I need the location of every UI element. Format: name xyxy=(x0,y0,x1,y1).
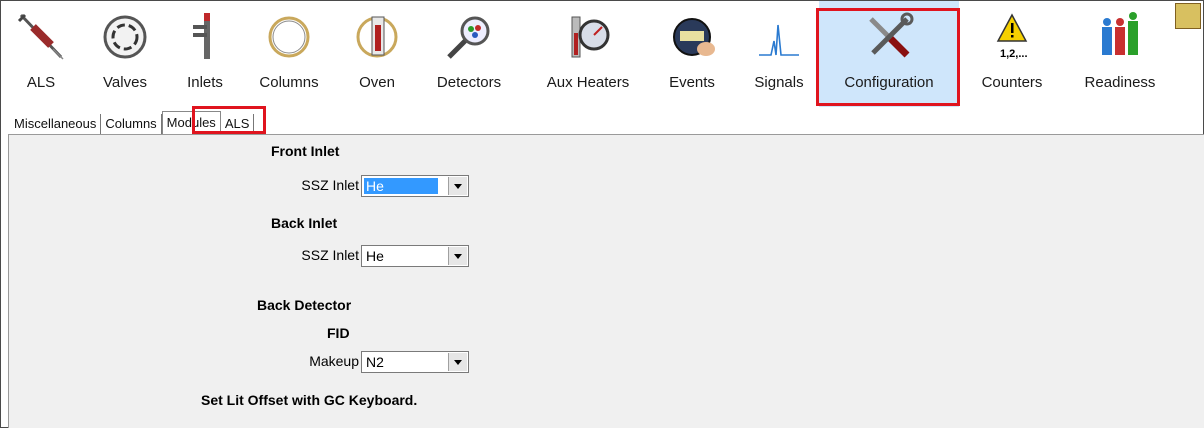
toolbar-label: Inlets xyxy=(187,74,223,91)
toolbar-label: Readiness xyxy=(1084,74,1156,91)
back-inlet-label: SSZ Inlet xyxy=(301,247,359,263)
toolbar-label: Counters xyxy=(981,74,1043,91)
back-inlet-gas-value: He xyxy=(366,248,384,264)
chevron-down-icon[interactable] xyxy=(448,353,467,371)
warning-counter-icon: 1,2,... xyxy=(996,13,1028,60)
toolbar-button-aux-heaters[interactable]: Aux Heaters xyxy=(531,1,645,107)
front-inlet-gas-select[interactable]: He xyxy=(361,175,469,197)
lit-offset-note: Set Lit Offset with GC Keyboard. xyxy=(201,392,418,408)
back-detector-heading: Back Detector xyxy=(257,297,352,313)
toolbar-label: ALS xyxy=(26,74,56,91)
toolbar-label: Columns xyxy=(259,74,319,91)
toolbar-button-detectors[interactable]: Detectors xyxy=(425,1,513,107)
back-inlet-gas-select[interactable]: He xyxy=(361,245,469,267)
modules-panel: Front Inlet SSZ Inlet He Back Inlet SSZ … xyxy=(8,134,1204,428)
toolbar-label: Signals xyxy=(754,74,804,91)
stopwatch-icon xyxy=(673,18,715,56)
front-inlet-heading: Front Inlet xyxy=(271,143,340,159)
counter-text: 1,2,... xyxy=(1000,48,1028,60)
back-inlet-heading: Back Inlet xyxy=(271,215,338,231)
oven-thermometer-icon xyxy=(356,16,398,58)
makeup-gas-value: N2 xyxy=(366,354,384,370)
toolbar-button-inlets[interactable]: Inlets xyxy=(169,1,241,107)
makeup-gas-select[interactable]: N2 xyxy=(361,351,469,373)
module-toolbar: ALS Valves Inlets Columns Oven Detectors… xyxy=(1,1,1201,107)
tab-modules[interactable]: Modules xyxy=(161,111,221,134)
makeup-label: Makeup xyxy=(309,353,359,369)
config-tabs: Miscellaneous Columns Modules ALS xyxy=(10,110,255,134)
toolbar-button-configuration[interactable]: Configuration xyxy=(819,1,959,107)
back-detector-type: FID xyxy=(327,325,350,341)
toolbar-button-valves[interactable]: Valves xyxy=(85,1,165,107)
toolbar-label: Oven xyxy=(359,74,395,91)
toolbar-button-readiness[interactable]: Readiness xyxy=(1075,1,1165,107)
tab-als[interactable]: ALS xyxy=(221,114,255,134)
toolbar-label: Events xyxy=(669,74,715,91)
toolbar-button-signals[interactable]: Signals xyxy=(741,1,817,107)
toolbar-button-oven[interactable]: Oven xyxy=(339,1,415,107)
aux-heater-gauge-icon xyxy=(571,16,610,58)
inlet-icon xyxy=(193,13,210,59)
tab-miscellaneous[interactable]: Miscellaneous xyxy=(10,114,102,134)
front-inlet-gas-value: He xyxy=(364,178,438,194)
front-inlet-label: SSZ Inlet xyxy=(301,177,359,193)
overflow-tool-icon[interactable] xyxy=(1175,3,1201,29)
signal-peak-icon xyxy=(759,24,799,56)
chevron-down-icon[interactable] xyxy=(448,177,467,195)
valve-icon xyxy=(103,15,147,59)
readiness-people-icon xyxy=(1102,12,1138,55)
toolbar-button-events[interactable]: Events xyxy=(653,1,731,107)
toolbar-button-als[interactable]: ALS xyxy=(3,1,79,107)
toolbar-button-columns[interactable]: Columns xyxy=(247,1,331,107)
toolbar-label: Detectors xyxy=(436,74,502,91)
wrench-screwdriver-icon xyxy=(869,12,914,58)
syringe-icon xyxy=(17,13,64,60)
toolbar-button-counters[interactable]: 1,2,... Counters xyxy=(969,1,1055,107)
toolbar-label: Valves xyxy=(103,74,147,91)
toolbar-label: Configuration xyxy=(844,74,934,91)
chevron-down-icon[interactable] xyxy=(448,247,467,265)
tab-columns[interactable]: Columns xyxy=(101,114,162,134)
column-coil-icon xyxy=(268,16,310,58)
toolbar-label: Aux Heaters xyxy=(546,74,630,91)
detector-magnifier-icon xyxy=(447,16,490,59)
